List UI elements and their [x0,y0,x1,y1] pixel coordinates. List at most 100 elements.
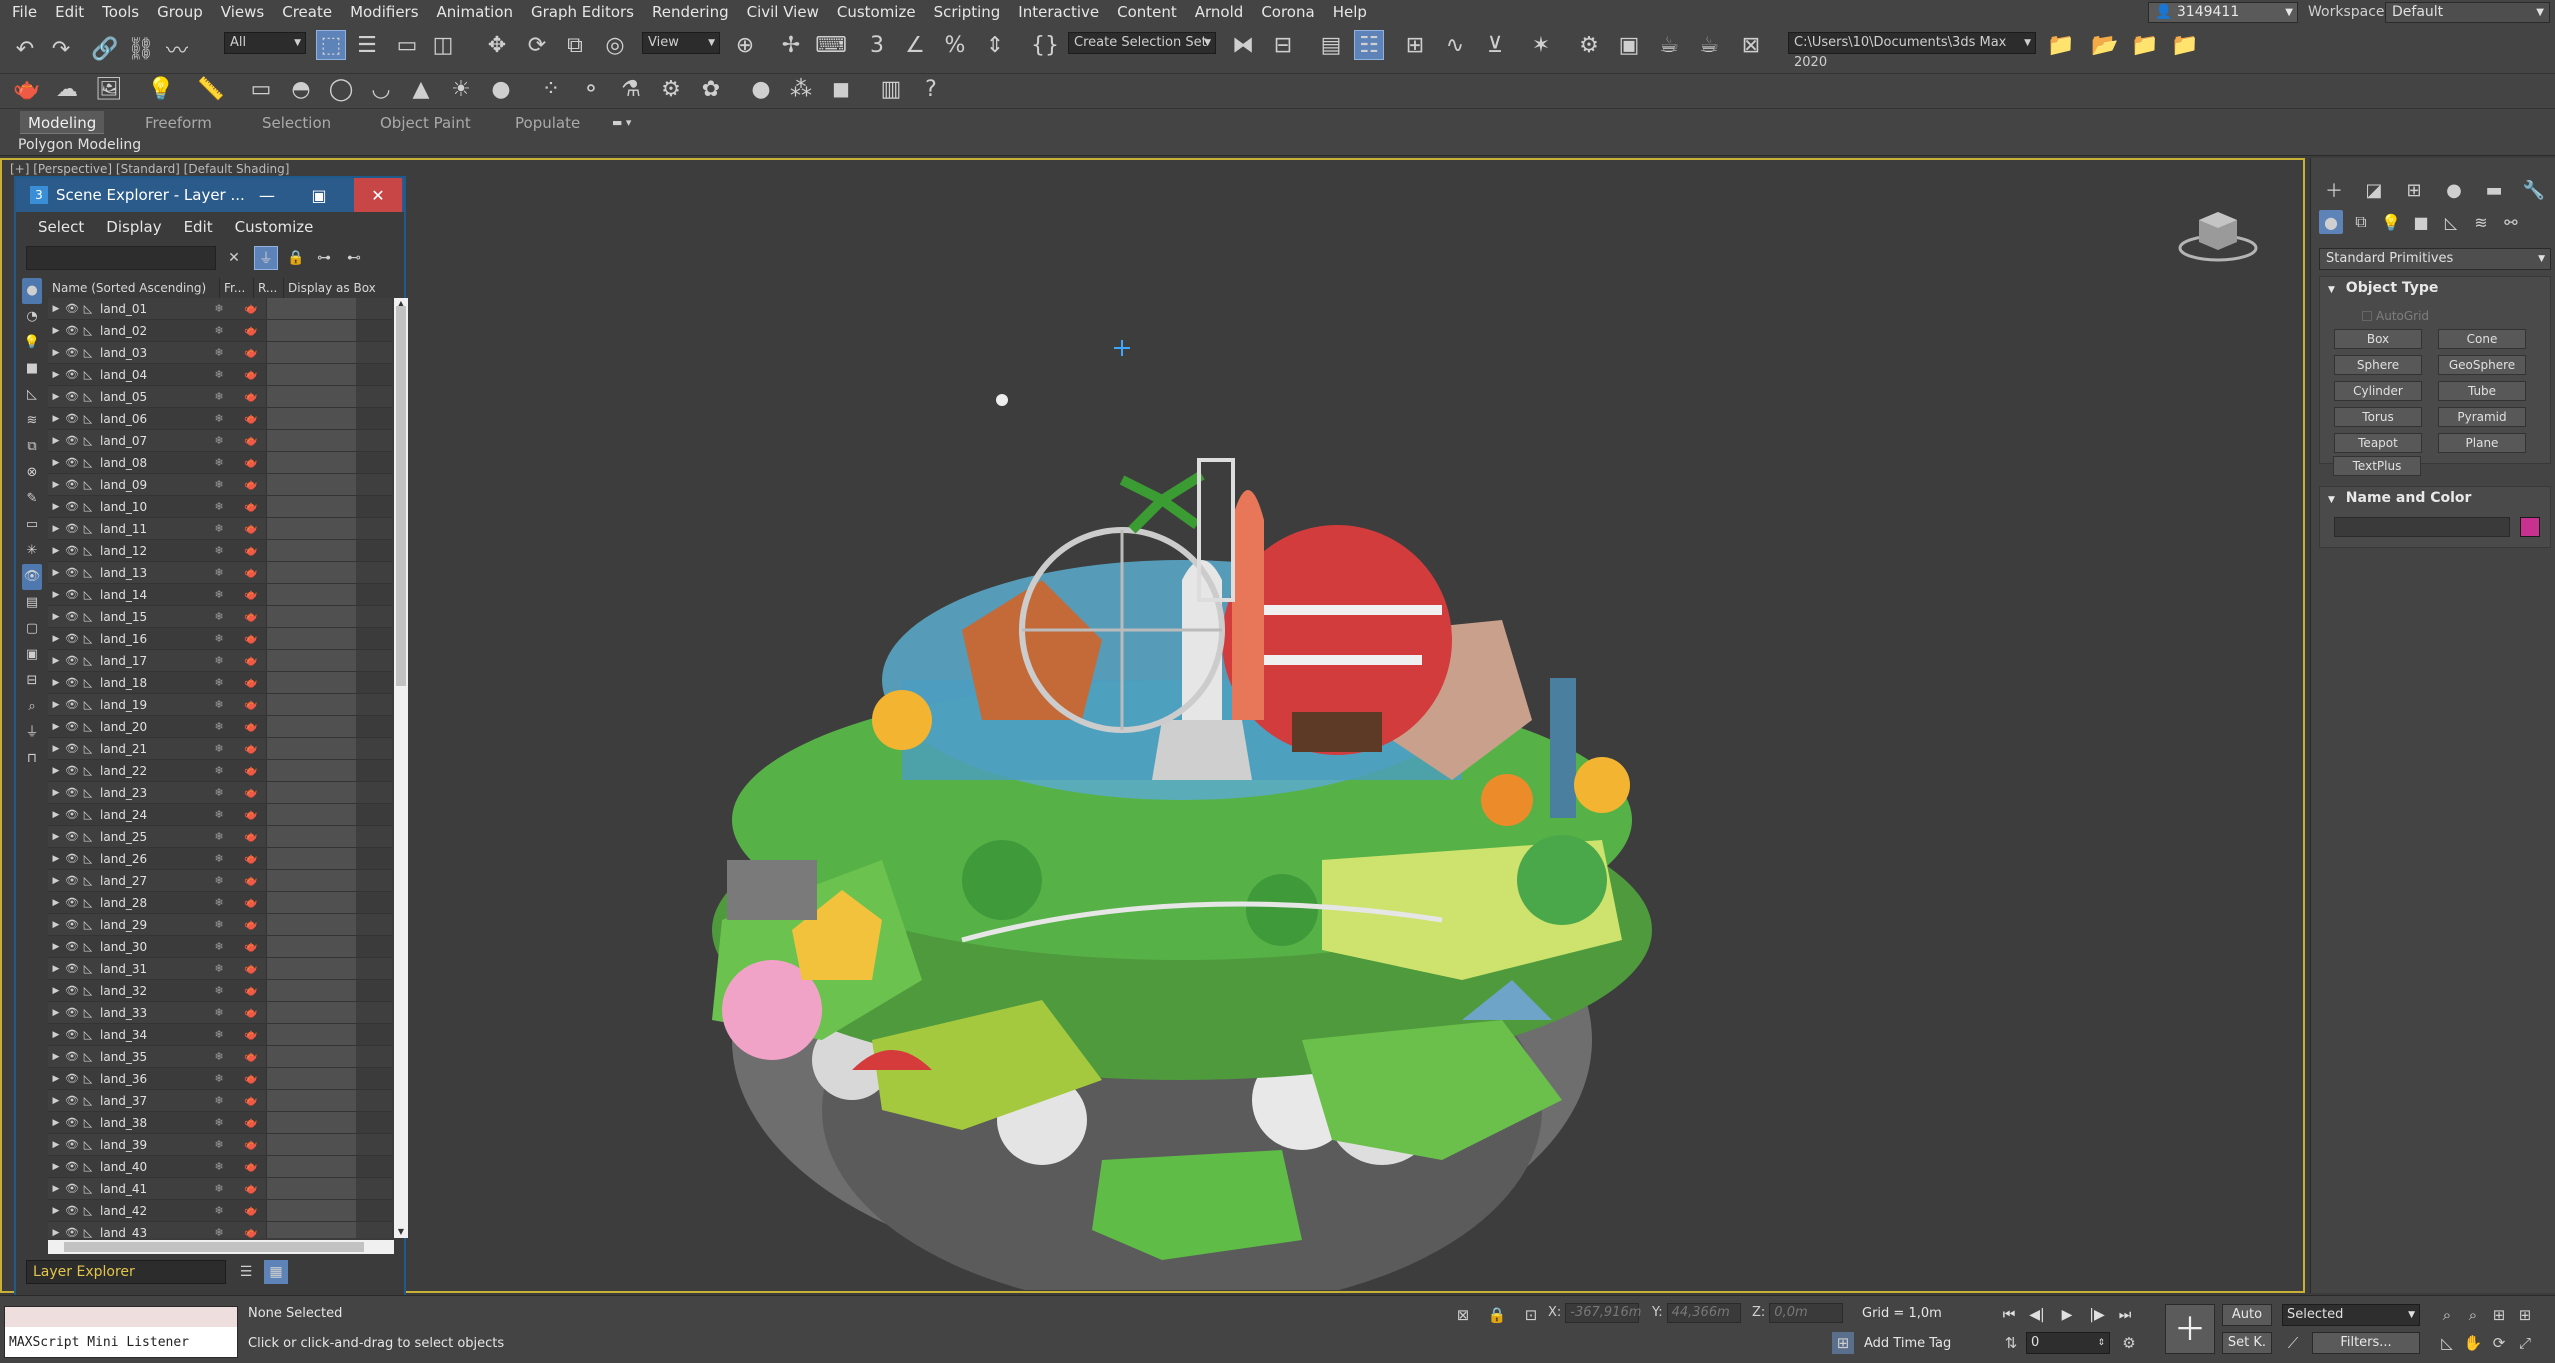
layer-row[interactable]: ▶ 👁 ◺ land_24 ❄ 🫖 [48,804,392,826]
unlink-icon[interactable]: ⛓ [126,34,156,64]
sun-icon[interactable]: ☀ [446,74,476,104]
freeze-icon[interactable]: ❄ [202,918,236,931]
display-as-box-cell[interactable] [266,914,356,935]
render-teapot-icon[interactable]: 🫖 [236,830,266,843]
sync-selection-icon[interactable]: ⊷ [342,246,366,270]
layer-name[interactable]: land_43 [96,1226,202,1239]
scrollbar-thumb[interactable] [396,306,406,686]
freeze-icon[interactable]: ❄ [202,456,236,469]
display-as-box-cell[interactable] [266,826,356,847]
scroll-down-icon[interactable]: ▼ [394,1226,408,1238]
polygon-modeling-label[interactable]: Polygon Modeling [18,134,141,156]
render-teapot-icon[interactable]: 🫖 [236,1116,266,1129]
display-as-box-cell[interactable] [266,672,356,693]
systems-icon[interactable]: ⚯ [2499,210,2523,234]
freeze-icon[interactable]: ❄ [202,1072,236,1085]
expand-arrow-icon[interactable]: ▶ [48,458,64,468]
render-teapot-icon[interactable]: 🫖 [236,1182,266,1195]
edit-named-selection-icon[interactable]: {} [1030,30,1060,60]
expand-arrow-icon[interactable]: ▶ [48,722,64,732]
freeze-icon[interactable]: ❄ [202,808,236,821]
zoom-extents-icon[interactable]: ⊞ [2488,1304,2510,1326]
expand-arrow-icon[interactable]: ▶ [48,392,64,402]
layer-name[interactable]: land_01 [96,302,202,316]
recent-project-icon[interactable]: 📁 [2170,30,2200,60]
column-frozen[interactable]: Fr... [220,278,254,298]
layer-row[interactable]: ▶ 👁 ◺ land_23 ❄ 🫖 [48,782,392,804]
render-teapot-icon[interactable]: 🫖 [236,742,266,755]
display-as-box-cell[interactable] [266,848,356,869]
display-as-box-cell[interactable] [266,892,356,913]
display-as-box-cell[interactable] [266,496,356,517]
expand-arrow-icon[interactable]: ▶ [48,832,64,842]
render-teapot-icon[interactable]: 🫖 [236,698,266,711]
expand-arrow-icon[interactable]: ▶ [48,370,64,380]
eye-icon[interactable]: 👁 [64,500,80,513]
invert-display-icon[interactable]: ▣ [22,642,42,668]
freeze-icon[interactable]: ❄ [202,984,236,997]
layer-row[interactable]: ▶ 👁 ◺ land_32 ❄ 🫖 [48,980,392,1002]
display-as-box-cell[interactable] [266,1112,356,1133]
layer-name[interactable]: land_25 [96,830,202,844]
group-filter-icon[interactable]: ⧉ [22,434,42,460]
scatter-icon[interactable]: ⁘ [536,74,566,104]
time-tag-icon[interactable]: ⊞ [1832,1332,1854,1354]
render-teapot-icon[interactable]: 🫖 [236,1028,266,1041]
display-tab-icon[interactable]: ▬ [2479,176,2509,204]
layer-name[interactable]: land_32 [96,984,202,998]
freeze-icon[interactable]: ❄ [202,610,236,623]
layer-name[interactable]: land_40 [96,1160,202,1174]
layer-name[interactable]: land_37 [96,1094,202,1108]
menu-interactive[interactable]: Interactive [1009,0,1108,24]
display-as-box-cell[interactable] [266,342,356,363]
expand-arrow-icon[interactable]: ▶ [48,1228,64,1238]
eye-icon[interactable]: 👁 [64,1160,80,1173]
expand-arrow-icon[interactable]: ▶ [48,436,64,446]
expand-arrow-icon[interactable]: ▶ [48,744,64,754]
key-mode-icon[interactable]: ⇅ [2000,1332,2022,1354]
scene-explorer-titlebar[interactable]: 3 Scene Explorer - Layer ... — ▣ ✕ [16,178,404,212]
scene-explorer-search-input[interactable] [26,246,216,270]
scrollbar-thumb[interactable] [64,1242,364,1252]
layer-name[interactable]: land_02 [96,324,202,338]
display-as-box-cell[interactable] [266,650,356,671]
x-value[interactable]: -367,916m [1565,1303,1641,1323]
freeze-icon[interactable]: ❄ [202,742,236,755]
freeze-icon[interactable]: ❄ [202,346,236,359]
eye-icon[interactable]: 👁 [64,720,80,733]
scale-icon[interactable]: ⧉ [560,30,590,60]
cone-light-icon[interactable]: ▲ [406,74,436,104]
object-color-swatch[interactable] [2520,517,2540,537]
layer-row[interactable]: ▶ 👁 ◺ land_02 ❄ 🫖 [48,320,392,342]
render-teapot-icon[interactable]: 🫖 [236,632,266,645]
layer-row[interactable]: ▶ 👁 ◺ land_30 ❄ 🫖 [48,936,392,958]
cameras-icon[interactable]: ■ [2409,210,2433,234]
menu-help[interactable]: Help [1324,0,1376,24]
workspace-dropdown[interactable]: Default ▼ [2385,2,2550,23]
layer-name[interactable]: land_11 [96,522,202,536]
layer-name[interactable]: land_23 [96,786,202,800]
shape-filter-icon[interactable]: ◔ [22,304,42,330]
expand-arrow-icon[interactable]: ▶ [48,1140,64,1150]
column-name[interactable]: Name (Sorted Ascending) [48,278,220,298]
key-set-dropdown[interactable]: Selected ▼ [2282,1304,2420,1326]
cloud-icon[interactable]: ☁ [52,74,82,104]
expand-arrow-icon[interactable]: ▶ [48,414,64,424]
zoom-icon[interactable]: ⌕ [2436,1304,2458,1326]
render-teapot-icon[interactable]: 🫖 [236,588,266,601]
maxscript-listener[interactable]: MAXScript Mini Listener [4,1306,238,1358]
layer-row[interactable]: ▶ 👁 ◺ land_26 ❄ 🫖 [48,848,392,870]
freeze-icon[interactable]: ❄ [202,940,236,953]
sky-sphere-icon[interactable]: ● [486,74,516,104]
menu-edit[interactable]: Edit [184,218,213,236]
menu-graph-editors[interactable]: Graph Editors [522,0,643,24]
layer-name[interactable]: land_42 [96,1204,202,1218]
freeze-icon[interactable]: ❄ [202,412,236,425]
render-teapot-icon[interactable]: 🫖 [236,852,266,865]
eye-icon[interactable]: 👁 [64,632,80,645]
hierarchy-icon[interactable]: ⊶ [312,246,336,270]
eye-icon[interactable]: 👁 [64,610,80,623]
toggle-layer-explorer-icon[interactable]: ☷ [1354,30,1384,60]
plane-button[interactable]: Plane [2438,433,2526,453]
pivot-center-icon[interactable]: ⊕ [730,30,760,60]
